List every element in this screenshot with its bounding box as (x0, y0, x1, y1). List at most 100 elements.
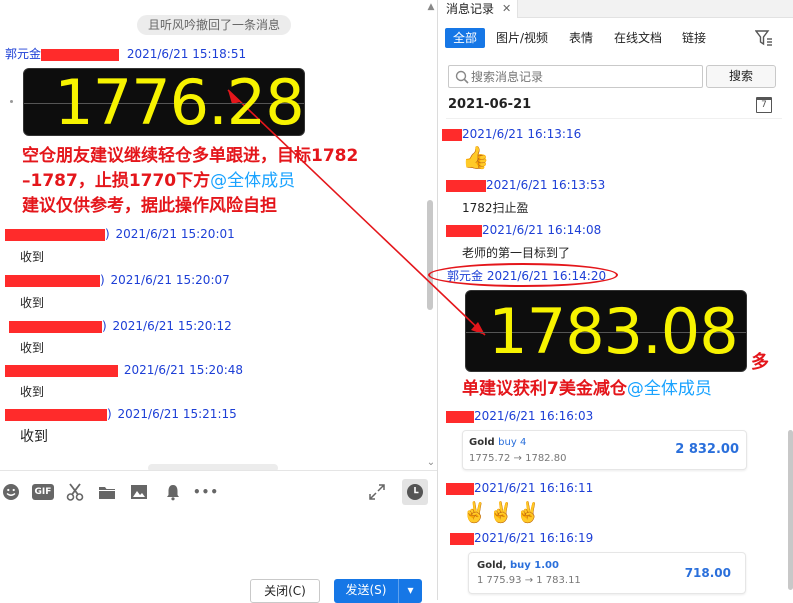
record-time: 2021/6/21 16:14:20 (486, 269, 607, 283)
records-tab-bar: 消息记录 ✕ (438, 0, 793, 18)
record-header: 2021/6/21 16:14:08 (446, 222, 601, 238)
advice-text: 空仓朋友建议继续轻仓多单跟进，目标1782 –1787，止损1770下方@全体成… (22, 144, 427, 219)
mention-all[interactable]: @全体成员 (627, 379, 712, 399)
message-body: 收到 (20, 250, 45, 264)
bullet-dot (10, 100, 13, 103)
search-field[interactable] (448, 65, 703, 88)
filter-tab-links[interactable]: 链接 (682, 28, 706, 48)
recall-notice: 且听风吟撤回了一条消息 (137, 15, 291, 35)
message-time: 2021/6/21 15:20:48 (123, 363, 244, 377)
trade-range: 1775.72 → 1782.80 (469, 453, 567, 464)
chat-scroll-thumb[interactable] (427, 200, 433, 310)
message-header: ) 2021/6/21 15:20:01 (5, 226, 235, 242)
redacted-name (442, 128, 462, 141)
profit-line-2: 单建议获利7美金减仓@全体成员 (462, 377, 712, 402)
calendar-icon[interactable]: 7 (756, 97, 772, 113)
record-header: 2021/6/21 16:13:53 (446, 177, 605, 193)
chevron-down-icon[interactable]: ⌄ (426, 458, 436, 468)
folder-icon[interactable] (98, 483, 116, 501)
message-header: ) 2021/6/21 15:21:15 (5, 406, 237, 422)
advice-line-1: 空仓朋友建议继续轻仓多单跟进，目标1782 (22, 146, 359, 166)
search-button[interactable]: 搜索 (706, 65, 776, 88)
message-body: 收到 (20, 296, 45, 310)
filter-tab-all[interactable]: 全部 (445, 28, 485, 48)
advice-line-3: 建议仅供参考，据此操作风险自担 (22, 196, 277, 216)
record-header: 2021/6/21 16:16:11 (446, 480, 593, 496)
history-button[interactable] (402, 479, 428, 505)
record-body: 老师的第一目标到了 (462, 246, 571, 260)
message-body: 收到 (20, 385, 45, 399)
close-icon[interactable]: ✕ (502, 1, 511, 17)
mention-all[interactable]: @全体成员 (210, 171, 295, 191)
filter-tab-stickers[interactable]: 表情 (569, 28, 593, 48)
record-header: 郭元金 2021/6/21 16:14:20 (447, 268, 606, 284)
advice-line-2-text: –1787，止损1770下方 (22, 171, 211, 191)
message-header: 郭元金 2021/6/21 15:18:51 (5, 46, 246, 62)
profit-line-1: 多 (751, 352, 769, 373)
scissors-icon[interactable] (66, 483, 84, 501)
scroll-up-icon[interactable]: ▲ (426, 3, 436, 12)
redacted-name (446, 179, 486, 192)
redacted-name (5, 408, 107, 421)
close-button[interactable]: 关闭(C) (250, 579, 320, 603)
more-icon[interactable]: ••• (193, 483, 218, 501)
thumbs-up-emoji: 👍 (462, 146, 490, 171)
trade-side: buy 1.00 (509, 560, 559, 571)
records-scroll-thumb[interactable] (788, 430, 793, 590)
message-records-panel: 消息记录 ✕ 全部 图片/视频 表情 在线文档 链接 搜索 2021-06-21… (428, 0, 793, 600)
expand-icon[interactable] (368, 483, 386, 501)
date-heading: 2021-06-21 (448, 97, 532, 112)
redacted-name (5, 274, 100, 287)
trade-profit: 2 832.00 (675, 442, 739, 457)
victory-emoji: ✌️✌️✌️ (462, 500, 543, 524)
divider (446, 118, 782, 119)
redacted-name (5, 228, 105, 241)
trade-title: Gold, buy 1.00 (477, 559, 559, 572)
image-icon[interactable] (130, 483, 148, 501)
send-button[interactable]: 发送(S) (334, 579, 398, 603)
record-body: 1782扫止盈 (462, 201, 529, 215)
record-time: 2021/6/21 16:16:11 (474, 481, 594, 495)
emoji-icon[interactable] (2, 483, 20, 501)
filter-icon[interactable] (754, 30, 773, 46)
trade-symbol: Gold, (477, 560, 507, 571)
record-time: 2021/6/21 16:14:08 (482, 223, 602, 237)
redacted-name (9, 320, 102, 333)
trade-title: Gold buy 4 (469, 436, 526, 449)
filter-tab-media[interactable]: 图片/视频 (496, 28, 548, 48)
message-time: 2021/6/21 15:20:07 (110, 273, 230, 287)
message-time: 2021/6/21 15:20:01 (115, 227, 235, 241)
message-time: 2021/6/21 15:21:15 (117, 407, 237, 421)
advice-line-2: –1787，止损1770下方@全体成员 (22, 169, 427, 194)
message-body: 收到 (20, 341, 45, 355)
chat-history-pane[interactable]: 且听风吟撤回了一条消息 郭元金 2021/6/21 15:18:51 1776.… (0, 0, 437, 470)
trade-card[interactable]: Gold buy 4 1775.72 → 1782.80 2 832.00 (462, 430, 747, 470)
trade-side: buy 4 (498, 437, 527, 448)
price-ticker-image[interactable]: 1783.08 (465, 290, 747, 372)
send-options-button[interactable]: ▾ (398, 579, 422, 603)
record-time: 2021/6/21 16:16:19 (474, 531, 594, 545)
filter-tab-docs[interactable]: 在线文档 (614, 28, 662, 48)
record-header: 2021/6/21 16:16:19 (450, 530, 593, 546)
sender-name: 郭元金 (447, 269, 484, 283)
bell-icon[interactable] (164, 483, 182, 501)
message-header: 2021/6/21 15:20:48 (5, 362, 243, 378)
ticker-price: 1776.28 (54, 68, 304, 136)
ticker-price: 1783.08 (488, 295, 738, 368)
gif-icon[interactable]: GIF (32, 484, 54, 500)
message-input[interactable] (0, 510, 437, 578)
history-icon (406, 483, 424, 501)
message-time: 2021/6/21 15:20:12 (112, 319, 232, 333)
redacted-name (446, 482, 474, 495)
message-body: 收到 (20, 429, 48, 445)
trade-card[interactable]: Gold, buy 1.00 1 775.93 → 1 783.11 718.0… (468, 552, 746, 594)
redacted-name (446, 224, 482, 237)
records-tab[interactable]: 消息记录 ✕ (438, 0, 518, 18)
trade-symbol: Gold (469, 437, 495, 448)
message-header: ) 2021/6/21 15:20:07 (5, 272, 230, 288)
record-time: 2021/6/21 16:13:53 (486, 178, 606, 192)
message-time: 2021/6/21 15:18:51 (126, 47, 247, 61)
redacted-name (5, 364, 118, 377)
price-ticker-image[interactable]: 1776.28 (23, 68, 305, 136)
search-input[interactable] (471, 67, 697, 86)
